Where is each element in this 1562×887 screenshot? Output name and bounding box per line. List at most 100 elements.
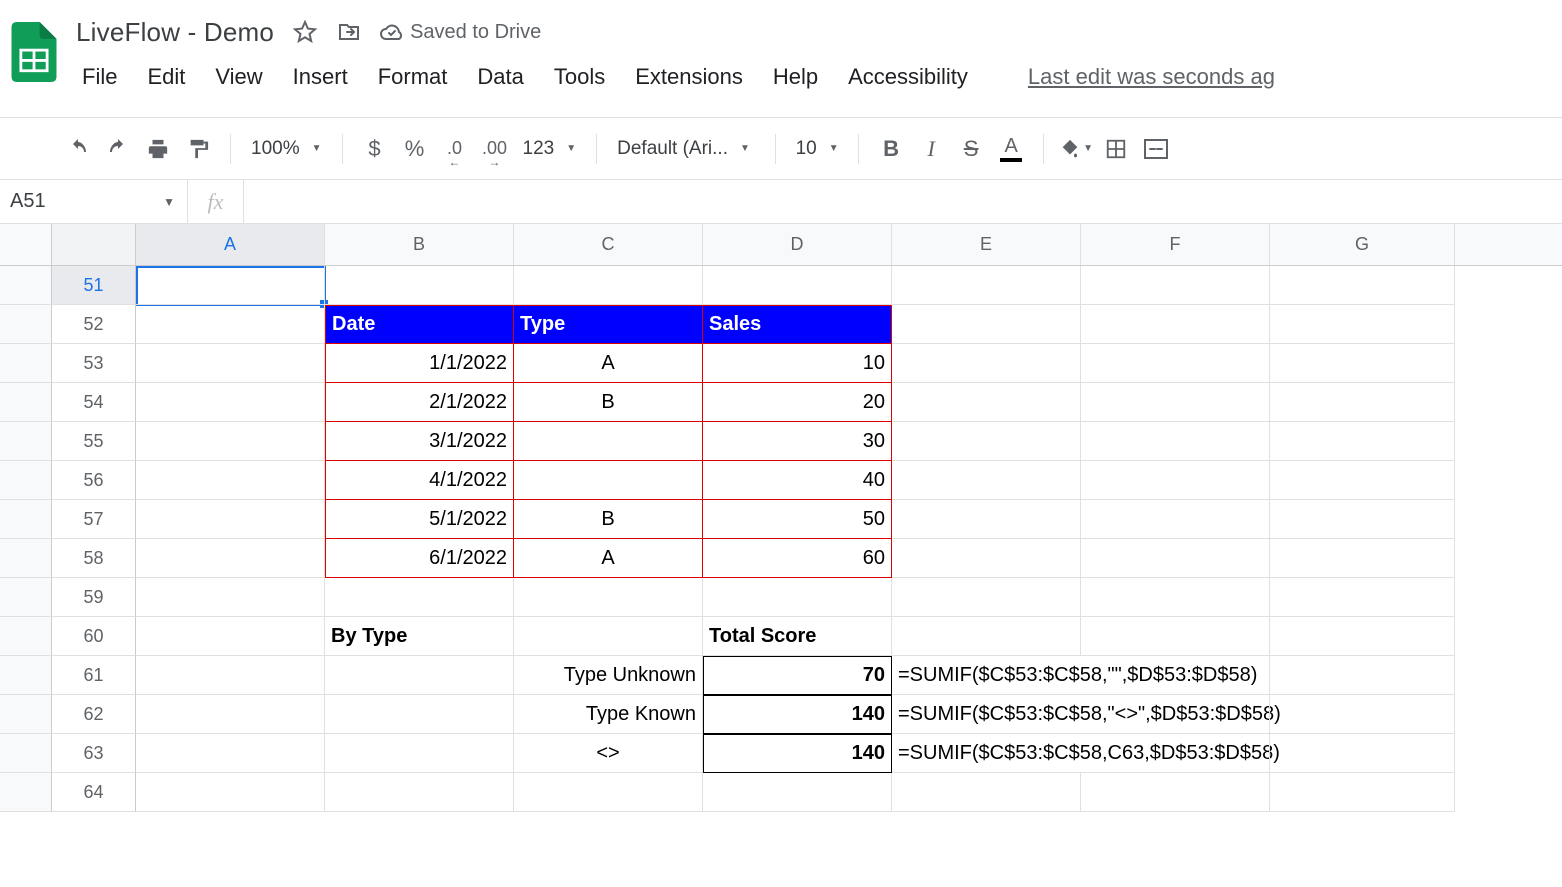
menu-edit[interactable]: Edit (147, 64, 185, 90)
text-color-button[interactable]: A (993, 131, 1029, 167)
row-header-52[interactable]: 52 (52, 305, 136, 344)
cell-b60[interactable]: By Type (325, 617, 514, 656)
cell-c56[interactable] (514, 461, 703, 500)
col-header-c[interactable]: C (514, 224, 703, 265)
cell-d61[interactable]: 70 (703, 656, 892, 695)
col-header-f[interactable]: F (1081, 224, 1270, 265)
fill-color-button[interactable]: ▼ (1058, 131, 1094, 167)
cell-b51[interactable] (325, 266, 514, 305)
cell-b55[interactable]: 3/1/2022 (325, 422, 514, 461)
cell-b52[interactable]: Date (325, 305, 514, 344)
row-header-54[interactable]: 54 (52, 383, 136, 422)
cell-c61[interactable]: Type Unknown (514, 656, 703, 695)
cell-a52[interactable] (136, 305, 325, 344)
cell-d56[interactable]: 40 (703, 461, 892, 500)
cell-g51[interactable] (1270, 266, 1455, 305)
row-header-53[interactable]: 53 (52, 344, 136, 383)
cell-b58[interactable]: 6/1/2022 (325, 539, 514, 578)
row-header-59[interactable]: 59 (52, 578, 136, 617)
merge-button[interactable] (1138, 131, 1174, 167)
cell-b56[interactable]: 4/1/2022 (325, 461, 514, 500)
row-header-57[interactable]: 57 (52, 500, 136, 539)
currency-button[interactable]: $ (357, 131, 393, 167)
cell-d62[interactable]: 140 (703, 695, 892, 734)
row-header-60[interactable]: 60 (52, 617, 136, 656)
name-box[interactable]: A51▼ (0, 180, 188, 223)
print-button[interactable] (140, 131, 176, 167)
cell-f51[interactable] (1081, 266, 1270, 305)
borders-button[interactable] (1098, 131, 1134, 167)
menu-tools[interactable]: Tools (554, 64, 605, 90)
cell-d54[interactable]: 20 (703, 383, 892, 422)
bold-button[interactable]: B (873, 131, 909, 167)
cloud-status[interactable]: Saved to Drive (380, 20, 541, 44)
cell-d51[interactable] (703, 266, 892, 305)
cell-g52[interactable] (1270, 305, 1455, 344)
cell-d57[interactable]: 50 (703, 500, 892, 539)
cell-a51[interactable] (136, 266, 325, 305)
col-header-a[interactable]: A (136, 224, 325, 265)
cell-f52[interactable] (1081, 305, 1270, 344)
cell-c57[interactable]: B (514, 500, 703, 539)
row-header-51[interactable]: 51 (52, 266, 136, 305)
cell-e61[interactable]: =SUMIF($C$53:$C$58,"",$D$53:$D$58) (892, 656, 1081, 695)
menu-data[interactable]: Data (477, 64, 523, 90)
menu-format[interactable]: Format (378, 64, 448, 90)
menu-view[interactable]: View (215, 64, 262, 90)
cell-c63[interactable]: <> (514, 734, 703, 773)
row-header-58[interactable]: 58 (52, 539, 136, 578)
cell-c58[interactable]: A (514, 539, 703, 578)
decrease-decimal-button[interactable]: .0← (437, 131, 473, 167)
cell-e63[interactable]: =SUMIF($C$53:$C$58,C63,$D$53:$D$58) (892, 734, 1081, 773)
cell-e62[interactable]: =SUMIF($C$53:$C$58,"<>",$D$53:$D$58) (892, 695, 1081, 734)
select-all-corner[interactable] (0, 224, 52, 265)
increase-decimal-button[interactable]: .00→ (477, 131, 513, 167)
zoom-select[interactable]: 100% (245, 138, 328, 160)
font-size-select[interactable]: 10 (790, 138, 844, 160)
redo-button[interactable] (100, 131, 136, 167)
row-header-64[interactable]: 64 (52, 773, 136, 812)
cell-c52[interactable]: Type (514, 305, 703, 344)
row-header-62[interactable]: 62 (52, 695, 136, 734)
number-format-button[interactable]: 123 (517, 138, 583, 160)
row-header-56[interactable]: 56 (52, 461, 136, 500)
cell-d52[interactable]: Sales (703, 305, 892, 344)
cell-d63[interactable]: 140 (703, 734, 892, 773)
cell-e51[interactable] (892, 266, 1081, 305)
menu-insert[interactable]: Insert (293, 64, 348, 90)
document-title[interactable]: LiveFlow - Demo (76, 17, 274, 48)
italic-button[interactable]: I (913, 131, 949, 167)
menu-extensions[interactable]: Extensions (635, 64, 743, 90)
cell-b57[interactable]: 5/1/2022 (325, 500, 514, 539)
row-header-63[interactable]: 63 (52, 734, 136, 773)
sheets-logo[interactable] (8, 16, 60, 88)
cell-b53[interactable]: 1/1/2022 (325, 344, 514, 383)
percent-button[interactable]: % (397, 131, 433, 167)
cell-d55[interactable]: 30 (703, 422, 892, 461)
font-select[interactable]: Default (Ari... (611, 138, 761, 160)
cell-c55[interactable] (514, 422, 703, 461)
cell-c53[interactable]: A (514, 344, 703, 383)
strikethrough-button[interactable]: S (953, 131, 989, 167)
spreadsheet-grid[interactable]: A B C D E F G 51 52 Date Type Sales 53 (0, 224, 1562, 812)
paint-format-button[interactable] (180, 131, 216, 167)
cell-d60[interactable]: Total Score (703, 617, 892, 656)
row-header-55[interactable]: 55 (52, 422, 136, 461)
undo-button[interactable] (60, 131, 96, 167)
menu-accessibility[interactable]: Accessibility (848, 64, 968, 90)
star-icon[interactable] (292, 19, 318, 45)
cell-b54[interactable]: 2/1/2022 (325, 383, 514, 422)
col-header-e[interactable]: E (892, 224, 1081, 265)
menu-file[interactable]: File (82, 64, 117, 90)
cell-c51[interactable] (514, 266, 703, 305)
cell-e52[interactable] (892, 305, 1081, 344)
col-header-d[interactable]: D (703, 224, 892, 265)
row-header-61[interactable]: 61 (52, 656, 136, 695)
cell-d53[interactable]: 10 (703, 344, 892, 383)
formula-input[interactable] (244, 180, 1562, 223)
cell-c54[interactable]: B (514, 383, 703, 422)
move-icon[interactable] (336, 19, 362, 45)
cell-c62[interactable]: Type Known (514, 695, 703, 734)
last-edit-link[interactable]: Last edit was seconds ag (1028, 64, 1275, 90)
col-header-b[interactable]: B (325, 224, 514, 265)
